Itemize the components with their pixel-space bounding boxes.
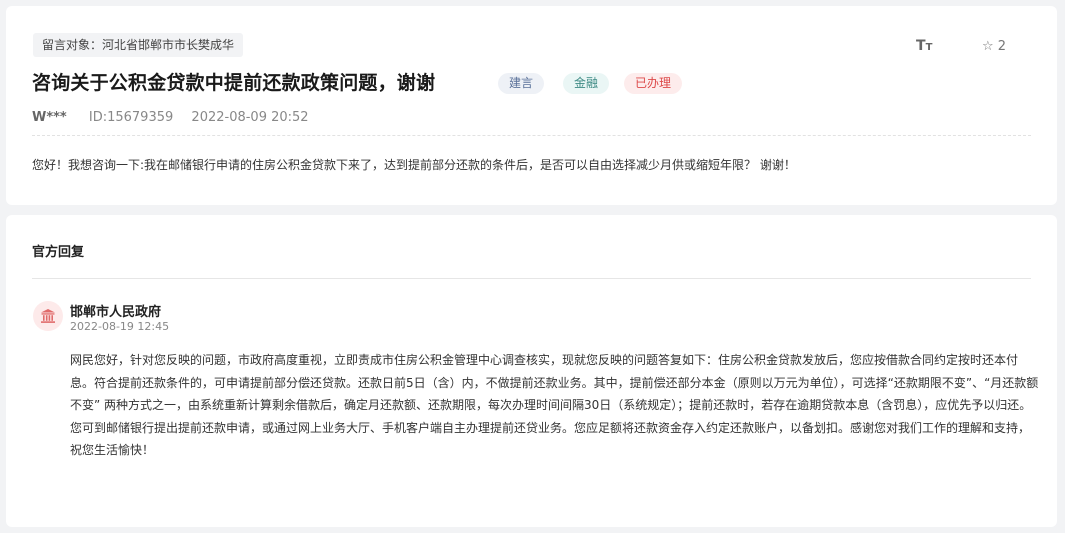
star-outline-icon: ☆ bbox=[982, 39, 994, 54]
reply-time: 2022-08-19 12:45 bbox=[70, 320, 170, 333]
message-content: 您好！我想咨询一下:我在邮储银行申请的住房公积金贷款下来了，达到提前部分还款的条… bbox=[32, 158, 796, 172]
tag-field: 金融 bbox=[563, 73, 610, 94]
favorite-button[interactable]: ☆ 2 bbox=[982, 39, 1006, 54]
message-target-label: 留言对象： bbox=[42, 38, 103, 52]
message-target: 留言对象：河北省邯郸市市长樊成华 bbox=[33, 33, 244, 57]
message-meta: W*** ID:15679359 2022-08-09 20:52 bbox=[32, 110, 309, 125]
author-name: W*** bbox=[32, 110, 67, 125]
reply-heading: 官方回复 bbox=[32, 245, 85, 260]
tag-category: 建言 bbox=[498, 73, 545, 94]
reply-card: 官方回复 邯郸市人民政府 2022-08-19 12:45 网民您好，针对您反映… bbox=[6, 215, 1057, 527]
tag-status: 已办理 bbox=[624, 73, 683, 94]
message-target-value: 河北省邯郸市市长樊成华 bbox=[102, 38, 235, 52]
font-size-button[interactable]: TT bbox=[916, 38, 932, 54]
divider bbox=[32, 135, 1031, 136]
government-building-icon bbox=[41, 309, 55, 323]
reply-org-name: 邯郸市人民政府 bbox=[70, 305, 162, 320]
avatar bbox=[33, 301, 63, 331]
message-datetime: 2022-08-09 20:52 bbox=[191, 110, 309, 125]
divider bbox=[32, 278, 1031, 279]
reply-content: 网民您好，针对您反映的问题，市政府高度重视，立即责成市住房公积金管理中心调查核实… bbox=[70, 353, 1039, 457]
message-card: 留言对象：河北省邯郸市市长樊成华 咨询关于公积金贷款中提前还款政策问题，谢谢 建… bbox=[6, 6, 1057, 205]
message-title: 咨询关于公积金贷款中提前还款政策问题，谢谢 bbox=[32, 72, 436, 94]
font-size-icon: TT bbox=[916, 38, 933, 54]
message-id: ID:15679359 bbox=[88, 110, 174, 125]
favorite-count: 2 bbox=[997, 39, 1007, 54]
